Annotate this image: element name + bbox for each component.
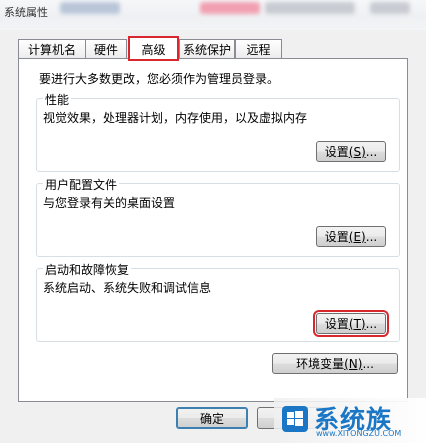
tab-hardware[interactable]: 硬件: [85, 39, 127, 58]
performance-settings-button[interactable]: 设置 (S)...: [316, 141, 386, 162]
startup-recovery-description: 系统启动、系统失败和调试信息: [43, 281, 212, 295]
user-profiles-description: 与您登录有关的桌面设置: [43, 196, 176, 210]
performance-description: 视觉效果，处理器计划，内存使用，以及虚拟内存: [43, 111, 308, 125]
user-profiles-settings-button[interactable]: 设置 (E)...: [316, 226, 386, 247]
tab-remote[interactable]: 远程: [235, 39, 282, 58]
startup-recovery-title: 启动和故障恢复: [43, 261, 132, 278]
startup-recovery-settings-button[interactable]: 设置 (T)...: [313, 310, 389, 337]
user-profiles-group: 用户配置文件 与您登录有关的桌面设置 设置 (E)...: [36, 176, 400, 257]
watermark: 系统族 www.XITONGZU.COM: [274, 398, 426, 443]
advanced-panel: 要进行大多数更改，您必须作为管理员登录。 性能 视觉效果，处理器计划，内存使用，…: [18, 58, 408, 402]
user-profiles-title: 用户配置文件: [43, 176, 120, 193]
windows-logo-icon: [282, 406, 308, 432]
background-blur-1: [60, 2, 120, 14]
admin-notice: 要进行大多数更改，您必须作为管理员登录。: [39, 72, 280, 86]
environment-variables-button[interactable]: 环境变量 (N)...: [272, 353, 398, 374]
background-blur-2: [200, 2, 260, 14]
background-blur-4: [370, 2, 410, 14]
performance-title: 性能: [43, 91, 72, 108]
tab-computer-name[interactable]: 计算机名: [18, 39, 86, 58]
ok-button[interactable]: 确定: [176, 407, 248, 429]
performance-group: 性能 视觉效果，处理器计划，内存使用，以及虚拟内存 设置 (S)...: [36, 91, 400, 172]
watermark-url: www.XITONGZU.COM: [316, 429, 402, 438]
background-blur-3: [265, 2, 355, 14]
tab-advanced[interactable]: 高级: [128, 36, 179, 61]
title-bar: 系统属性: [0, 0, 426, 30]
tab-system-protection[interactable]: 系统保护: [179, 39, 235, 58]
startup-recovery-group: 启动和故障恢复 系统启动、系统失败和调试信息 设置 (T)...: [36, 261, 400, 342]
window-title: 系统属性: [4, 6, 48, 19]
